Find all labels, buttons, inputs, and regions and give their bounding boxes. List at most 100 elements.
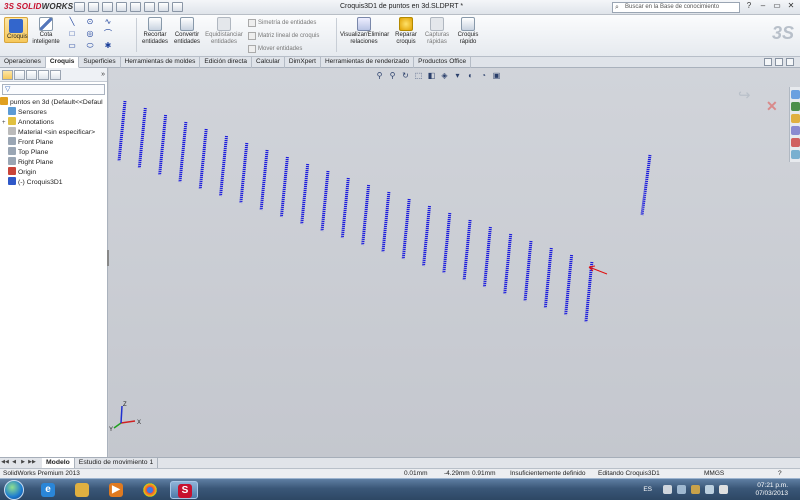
spline-tool[interactable]: ∿ — [102, 18, 114, 27]
sketch-point-column[interactable] — [320, 170, 330, 232]
sketch-point-column[interactable] — [422, 205, 431, 267]
close-button[interactable]: ✕ — [786, 1, 796, 12]
tab-nav-button[interactable]: ▶ — [19, 459, 27, 467]
rebuild-icon[interactable] — [158, 2, 169, 12]
expand-panel-icon[interactable]: » — [101, 71, 105, 78]
tab-herramientas-de-renderizado[interactable]: Herramientas de renderizado — [321, 57, 415, 68]
sketch-point-column[interactable] — [279, 156, 289, 218]
solidworks-logo[interactable]: 3S SOLIDWORKS — [4, 2, 73, 11]
view-tool-icon[interactable]: ▣ — [492, 72, 501, 81]
mirror-entities-button[interactable]: Simetría de entidades — [248, 19, 316, 27]
tab-croquis[interactable]: Croquis — [45, 57, 80, 68]
help-button[interactable]: ? — [744, 1, 754, 12]
view-tool-icon[interactable]: ◈ — [440, 72, 449, 81]
sketch-point-column[interactable] — [584, 261, 594, 323]
sketch-point-column[interactable] — [178, 121, 188, 183]
dimxpert-tab-icon[interactable] — [38, 70, 49, 80]
offset-entities-button[interactable]: Equidistanciar entidades — [204, 17, 244, 45]
start-button[interactable] — [4, 480, 24, 500]
sketch-point-column[interactable] — [158, 114, 168, 176]
sketch-point-column[interactable] — [482, 226, 492, 288]
taskbar-media[interactable]: ▶ — [102, 481, 130, 499]
sketch-point-column[interactable] — [259, 149, 269, 211]
units-selector[interactable]: MMGS — [704, 469, 724, 478]
tree-item[interactable]: Top Plane — [0, 147, 107, 157]
panel-toggle-icon[interactable] — [786, 58, 794, 66]
tray-icon[interactable] — [691, 485, 700, 494]
view-tool-icon[interactable]: ◔ — [479, 72, 488, 81]
view-tool-icon[interactable]: ◐ — [466, 72, 475, 81]
tree-item[interactable]: Front Plane — [0, 137, 107, 147]
tab-productos-office[interactable]: Productos Office — [414, 57, 472, 68]
linear-pattern-button[interactable]: Matriz lineal de croquis — [248, 32, 319, 40]
sketch-point-column[interactable] — [523, 240, 533, 302]
trim-entities-button[interactable]: Recortar entidades — [140, 17, 170, 45]
search-input[interactable]: ⌕ Buscar en la Base de conocimiento — [612, 2, 740, 13]
tab-nav-button[interactable]: ◀ — [10, 459, 18, 467]
tab-edici-n-directa[interactable]: Edición directa — [200, 57, 253, 68]
sketch-point-column[interactable] — [564, 254, 574, 316]
undo-icon[interactable] — [130, 2, 141, 12]
minimize-button[interactable]: – — [758, 1, 768, 12]
tab-nav-button[interactable]: ◀◀ — [1, 459, 9, 467]
custom-properties-icon[interactable] — [791, 150, 800, 159]
taskbar-solidworks[interactable]: S — [170, 481, 198, 499]
convert-entities-button[interactable]: Convertir entidades — [172, 17, 202, 45]
clock[interactable]: 07:21 p.m. 07/03/2013 — [755, 482, 788, 498]
display-manager-tab-icon[interactable] — [50, 70, 61, 80]
tree-item[interactable]: Right Plane — [0, 157, 107, 167]
sketch-point-column[interactable] — [543, 247, 553, 309]
options-icon[interactable] — [172, 2, 183, 12]
network-icon[interactable] — [705, 485, 714, 494]
panel-toggle-icon[interactable] — [775, 58, 783, 66]
restore-button[interactable]: ▭ — [772, 1, 782, 12]
sketch-point-column[interactable] — [239, 142, 249, 204]
property-manager-tab-icon[interactable] — [14, 70, 25, 80]
sketch-point-column[interactable] — [381, 191, 391, 253]
sketch-point-column[interactable] — [442, 212, 452, 274]
view-tool-icon[interactable]: ◧ — [427, 72, 436, 81]
view-tool-icon[interactable]: ⚲ — [388, 72, 397, 81]
tree-item[interactable]: Origin — [0, 167, 107, 177]
appearances-icon[interactable] — [791, 138, 800, 147]
tray-icon[interactable] — [663, 485, 672, 494]
sketch-point-column[interactable] — [117, 100, 127, 162]
view-tool-icon[interactable]: ↻ — [401, 72, 410, 81]
new-file-icon[interactable] — [74, 2, 85, 12]
save-icon[interactable] — [102, 2, 113, 12]
taskbar-explorer[interactable] — [68, 481, 96, 499]
arc-tool[interactable]: ⌒ — [102, 30, 114, 39]
smart-dimension-button[interactable]: Cota inteligente — [32, 17, 60, 45]
quick-snaps-button[interactable]: Capturas rápidas — [422, 17, 452, 45]
tab-calcular[interactable]: Calcular — [252, 57, 285, 68]
file-explorer-icon[interactable] — [791, 114, 800, 123]
tray-icon[interactable] — [677, 485, 686, 494]
motion-study-tab[interactable]: Estudio de movimiento 1 — [75, 458, 159, 468]
tab-superficies[interactable]: Superficies — [79, 57, 121, 68]
tab-dimxpert[interactable]: DimXpert — [285, 57, 321, 68]
open-file-icon[interactable] — [88, 2, 99, 12]
panel-toggle-icon[interactable] — [764, 58, 772, 66]
print-icon[interactable] — [116, 2, 127, 12]
point-tool[interactable]: ✱ — [102, 42, 114, 51]
tab-operaciones[interactable]: Operaciones — [0, 57, 46, 68]
tree-item[interactable]: Material <sin especificar> — [0, 127, 107, 137]
tab-herramientas-de-moldes[interactable]: Herramientas de moldes — [121, 57, 201, 68]
sketch-point-column[interactable] — [640, 154, 652, 216]
model-tab[interactable]: Modelo — [42, 458, 75, 468]
line-tool[interactable]: ╲ — [66, 18, 78, 27]
circle-tool[interactable]: ⊙ — [84, 18, 96, 27]
sketch-point-column[interactable] — [300, 163, 310, 225]
graphics-area[interactable]: X Y Z — [109, 68, 800, 457]
design-library-icon[interactable] — [791, 102, 800, 111]
move-entities-button[interactable]: Mover entidades — [248, 45, 302, 53]
view-tool-icon[interactable]: ⬚ — [414, 72, 423, 81]
taskbar-ie[interactable]: e — [34, 481, 62, 499]
sketch-point-column[interactable] — [462, 219, 472, 281]
volume-icon[interactable] — [719, 485, 728, 494]
sketch-point-column[interactable] — [503, 233, 513, 295]
cancel-sketch-icon[interactable]: ✕ — [766, 98, 778, 115]
rectangle-tool[interactable]: □ — [66, 30, 78, 39]
tree-root[interactable]: puntos en 3d (Default<<Defaul — [0, 97, 107, 107]
rapid-sketch-button[interactable]: Croquis rápido — [454, 17, 482, 45]
